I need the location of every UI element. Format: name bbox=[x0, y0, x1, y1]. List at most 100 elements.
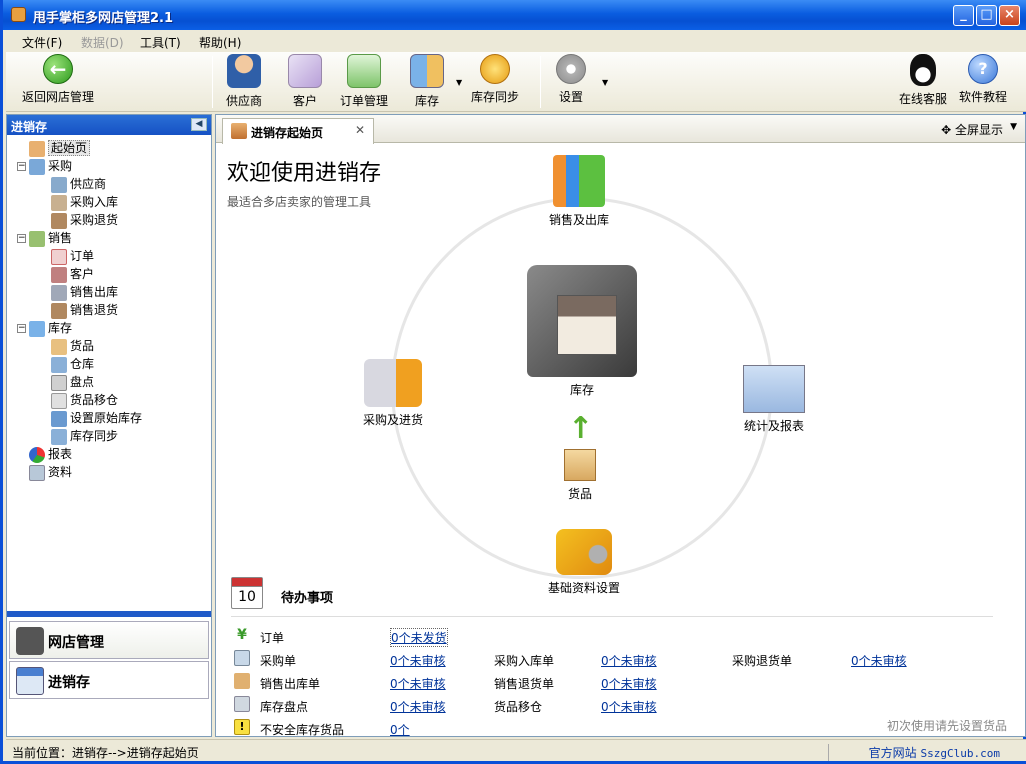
menu-file[interactable]: 文件(F) bbox=[22, 34, 62, 51]
tutorial-button[interactable]: ? 软件教程 bbox=[958, 54, 1008, 105]
move-arrows-icon: ✥ bbox=[941, 123, 952, 137]
purchase-in-unreviewed-link[interactable]: 0个未审核 bbox=[601, 652, 657, 669]
tree-item-order[interactable]: 订单 bbox=[51, 247, 94, 265]
close-button[interactable]: × bbox=[999, 5, 1020, 26]
menu-bar: 文件(F) 数据(D) 工具(T) 帮助(H) bbox=[6, 30, 1026, 52]
app-icon bbox=[11, 7, 26, 22]
stock-sync-icon bbox=[51, 428, 67, 445]
supplier-icon bbox=[51, 176, 67, 193]
customer-button[interactable]: 客户 bbox=[288, 54, 322, 109]
collapse-toggle-sales[interactable]: − bbox=[17, 234, 26, 243]
tree-item-stocktake[interactable]: 盘点 bbox=[51, 373, 94, 391]
menu-data[interactable]: 数据(D) bbox=[81, 34, 124, 51]
supplier-button[interactable]: 供应商 bbox=[224, 54, 264, 109]
purchase-order-icon bbox=[234, 650, 250, 666]
data-icon bbox=[29, 464, 45, 481]
panel-splitter[interactable] bbox=[7, 611, 211, 617]
todo-row-unsafe: ! 不安全库存货品 0个 bbox=[234, 717, 634, 739]
tab-strip: 进销存起始页 ✕ ✥ 全屏显示 ▼ bbox=[216, 115, 1025, 144]
nav-erp[interactable]: 进销存 bbox=[9, 661, 209, 699]
maximize-button[interactable]: □ bbox=[976, 5, 997, 26]
tree-item-stock[interactable]: 库存 bbox=[29, 319, 72, 337]
tree-item-customer[interactable]: 客户 bbox=[51, 265, 94, 283]
inventory-sync-button[interactable]: 库存同步 bbox=[468, 54, 522, 105]
calendar-icon: 10 bbox=[231, 577, 263, 609]
tree-item-goods-move[interactable]: 货品移仓 bbox=[51, 391, 118, 409]
stocktake-unreviewed-link[interactable]: 0个未审核 bbox=[390, 698, 446, 715]
help-question-icon: ? bbox=[968, 54, 998, 84]
cart-icon bbox=[16, 627, 44, 655]
official-site-link[interactable]: 官方网站 SszgClub.com bbox=[827, 744, 1000, 761]
tab-erp-home[interactable]: 进销存起始页 ✕ bbox=[222, 118, 374, 144]
order-icon bbox=[51, 248, 67, 265]
sales-return-icon bbox=[51, 302, 67, 319]
sales-return-unreviewed-link[interactable]: 0个未审核 bbox=[601, 675, 657, 692]
tree-item-goods[interactable]: 货品 bbox=[51, 337, 94, 355]
warning-icon: ! bbox=[234, 719, 250, 735]
page-title: 欢迎使用进销存 bbox=[227, 161, 382, 186]
report-node[interactable]: 统计及报表 bbox=[738, 365, 810, 434]
tree-item-sales-return[interactable]: 销售退货 bbox=[51, 301, 118, 319]
sales-out-node[interactable]: 销售及出库 bbox=[546, 155, 612, 228]
yen-icon: ¥ bbox=[237, 627, 247, 643]
menu-tools[interactable]: 工具(T) bbox=[140, 34, 181, 51]
home-icon bbox=[231, 123, 247, 139]
sales-out-unreviewed-link[interactable]: 0个未审核 bbox=[390, 675, 446, 692]
tree-item-data[interactable]: 资料 bbox=[29, 463, 72, 481]
purchase-node[interactable]: 采购及进货 bbox=[358, 359, 428, 428]
page-subtitle: 最适合多店卖家的管理工具 bbox=[227, 195, 372, 209]
tree-item-purchase-in[interactable]: 采购入库 bbox=[51, 193, 118, 211]
tree-item-stock-sync[interactable]: 库存同步 bbox=[51, 427, 118, 445]
tree-item-init-stock[interactable]: 设置原始库存 bbox=[51, 409, 142, 427]
settings-dropdown-arrow[interactable]: ▼ bbox=[602, 78, 608, 87]
todo-row-po: 采购单 0个未审核 采购入库单 0个未审核 采购退货单 0个未审核 bbox=[234, 648, 994, 670]
inventory-button[interactable]: 库存 bbox=[410, 54, 444, 109]
panel-pin-icon[interactable]: ◀ bbox=[191, 118, 207, 131]
unsafe-stock-link[interactable]: 0个 bbox=[390, 721, 410, 738]
tree-item-warehouse[interactable]: 仓库 bbox=[51, 355, 94, 373]
sales-out-icon bbox=[234, 673, 250, 689]
order-management-button[interactable]: 订单管理 bbox=[338, 54, 390, 109]
settings-button[interactable]: 设置 bbox=[554, 54, 588, 105]
tab-close-icon[interactable]: ✕ bbox=[355, 123, 365, 137]
online-support-button[interactable]: 在线客服 bbox=[898, 54, 948, 107]
todo-row-stocktake: 库存盘点 0个未审核 货品移仓 0个未审核 bbox=[234, 694, 994, 716]
minimize-button[interactable]: _ bbox=[953, 5, 974, 26]
inventory-dropdown-arrow[interactable]: ▼ bbox=[456, 78, 462, 87]
purchase-return-unreviewed-link[interactable]: 0个未审核 bbox=[851, 652, 907, 669]
back-to-shop-button[interactable]: ← 返回网店管理 bbox=[20, 54, 96, 105]
toolbar: ← 返回网店管理 供应商 客户 订单管理 库存 ▼ 库存同步 设置 ▼ 在线客服… bbox=[6, 52, 1026, 112]
warehouse-icon bbox=[51, 356, 67, 373]
goods-node[interactable]: 货品 bbox=[560, 449, 600, 502]
tab-menu-arrow[interactable]: ▼ bbox=[1010, 122, 1017, 132]
sales-icon bbox=[29, 230, 45, 247]
menu-help[interactable]: 帮助(H) bbox=[199, 34, 241, 51]
tree-item-sales[interactable]: 销售 bbox=[29, 229, 72, 247]
fullscreen-button[interactable]: ✥ 全屏显示 bbox=[941, 121, 1003, 138]
tree-item-report[interactable]: 报表 bbox=[29, 445, 72, 463]
order-unshipped-link[interactable]: 0个未发货 bbox=[390, 628, 448, 647]
home-icon bbox=[29, 140, 45, 157]
inventory-node[interactable]: 库存 bbox=[520, 265, 644, 398]
truck-icon bbox=[364, 359, 422, 407]
tag-gear-icon bbox=[556, 529, 612, 575]
window-title: 甩手掌柜多网店管理2.1 bbox=[33, 11, 174, 26]
up-arrow-icon: ↑ bbox=[568, 411, 594, 446]
current-location: 当前位置：进销存-->进销存起始页 bbox=[12, 746, 199, 760]
todo-header: 10 待办事项 bbox=[231, 577, 993, 617]
tree-item-home[interactable]: 起始页 bbox=[29, 139, 91, 157]
stock-icon bbox=[29, 320, 45, 337]
tree-item-sales-out[interactable]: 销售出库 bbox=[51, 283, 118, 301]
status-bar: 当前位置：进销存-->进销存起始页 官方网站 SszgClub.com bbox=[6, 739, 1026, 761]
tree-item-purchase-return[interactable]: 采购退货 bbox=[51, 211, 118, 229]
customer-card-icon bbox=[288, 54, 322, 88]
nav-shop-management[interactable]: 网店管理 bbox=[9, 621, 209, 659]
tree-item-purchase[interactable]: 采购 bbox=[29, 157, 72, 175]
stocktake-icon bbox=[234, 696, 250, 712]
gear-icon bbox=[556, 54, 586, 84]
collapse-toggle-purchase[interactable]: − bbox=[17, 162, 26, 171]
tree-item-supplier[interactable]: 供应商 bbox=[51, 175, 106, 193]
collapse-toggle-stock[interactable]: − bbox=[17, 324, 26, 333]
po-unreviewed-link[interactable]: 0个未审核 bbox=[390, 652, 446, 669]
goods-move-unreviewed-link[interactable]: 0个未审核 bbox=[601, 698, 657, 715]
